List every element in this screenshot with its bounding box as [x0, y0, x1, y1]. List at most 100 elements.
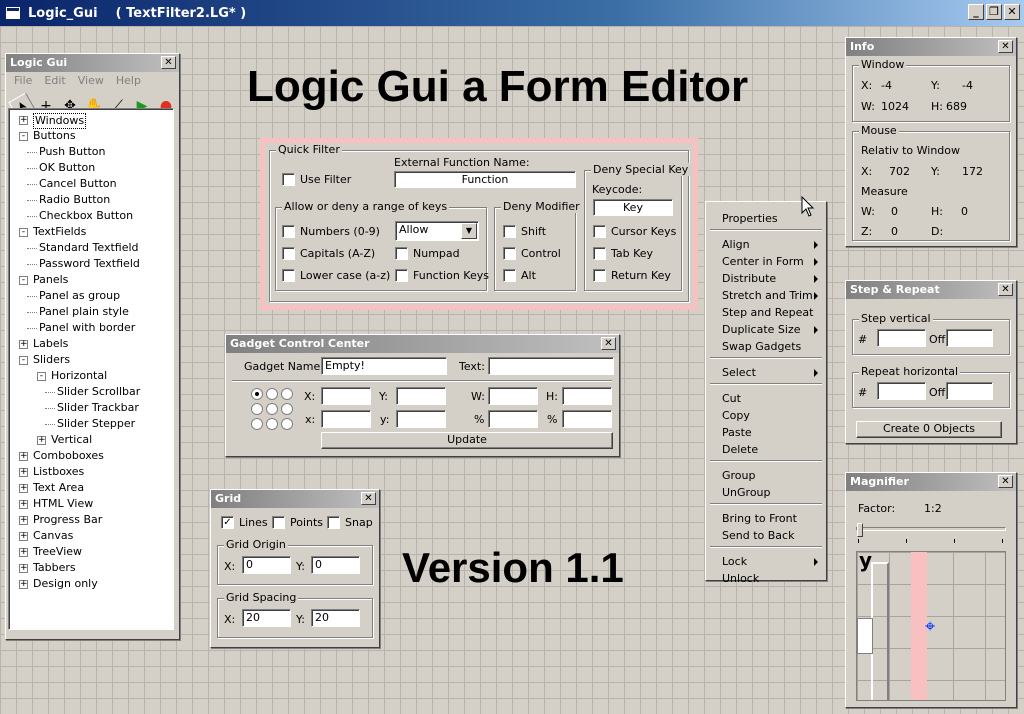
tree-item[interactable]: Panels	[33, 273, 68, 289]
collapse-icon[interactable]: -	[19, 276, 28, 285]
return-key-checkbox[interactable]: Return Key	[593, 269, 671, 282]
anchor-radio-ml[interactable]	[251, 403, 263, 415]
factor-slider[interactable]	[856, 523, 1006, 547]
expand-icon[interactable]: +	[19, 484, 28, 493]
close-icon[interactable]: ✕	[601, 337, 616, 350]
version-label[interactable]: Version 1.1	[402, 544, 624, 592]
expand-icon[interactable]: +	[19, 580, 28, 589]
anchor-radio-tl[interactable]	[251, 388, 263, 400]
tab-key-checkbox[interactable]: Tab Key	[593, 247, 653, 260]
tree-item[interactable]: Panel plain style	[39, 305, 129, 321]
close-button[interactable]: ✕	[1004, 4, 1020, 20]
tree-item[interactable]: TreeView	[33, 545, 82, 561]
slider-thumb[interactable]	[857, 523, 863, 537]
use-filter-checkbox[interactable]: Use Filter	[282, 173, 351, 186]
tree-item[interactable]: Canvas	[33, 529, 73, 545]
menu-item-ungroup[interactable]: UnGroup	[722, 486, 771, 499]
menu-item-paste[interactable]: Paste	[722, 426, 752, 439]
anchor-radio-bc[interactable]	[266, 418, 278, 430]
tree-item[interactable]: Vertical	[51, 433, 92, 449]
tree-item[interactable]: Password Textfield	[39, 257, 140, 273]
expand-icon[interactable]: +	[19, 532, 28, 541]
menu-view[interactable]: View	[78, 74, 104, 87]
tree-item[interactable]: Checkbox Button	[39, 209, 133, 225]
menu-item-step-and-repeat[interactable]: Step and Repeat	[722, 306, 813, 319]
expand-icon[interactable]: +	[19, 452, 28, 461]
menu-item-center-in-form[interactable]: Center in Form	[722, 255, 804, 268]
alt-checkbox[interactable]: Alt	[503, 269, 536, 282]
control-checkbox[interactable]: Control	[503, 247, 561, 260]
menu-item-cut[interactable]: Cut	[722, 392, 741, 405]
expand-icon[interactable]: +	[19, 548, 28, 557]
menu-item-lock[interactable]: Lock	[722, 555, 747, 568]
keycode-input[interactable]: Key	[593, 199, 673, 216]
magnifier-titlebar[interactable]: Magnifier ✕	[846, 473, 1016, 491]
points-checkbox[interactable]: Points	[272, 516, 323, 529]
expand-icon[interactable]: +	[19, 516, 28, 525]
grid-titlebar[interactable]: Grid ✕	[211, 490, 379, 508]
collapse-icon[interactable]: -	[37, 372, 46, 381]
tree-item[interactable]: Sliders	[33, 353, 70, 369]
numpad-checkbox[interactable]: Numpad	[395, 247, 460, 260]
tree-item[interactable]: Horizontal	[51, 369, 107, 385]
step-titlebar[interactable]: Step & Repeat ✕	[846, 281, 1016, 299]
menu-item-stretch-and-trim[interactable]: Stretch and Trim	[722, 289, 813, 302]
gadget-tree[interactable]: + Windows - Buttons Push Button OK Button Canc…	[8, 108, 174, 630]
update-button[interactable]: Update	[321, 432, 613, 449]
anchor-radio-mc[interactable]	[266, 403, 278, 415]
lines-checkbox[interactable]: ✓ Lines	[221, 516, 268, 529]
rel-x-input[interactable]	[321, 410, 371, 428]
menu-item-select[interactable]: Select	[722, 366, 756, 379]
menu-item-group[interactable]: Group	[722, 469, 756, 482]
ext-fn-input[interactable]: Function	[394, 171, 576, 188]
tree-item[interactable]: Tabbers	[33, 561, 76, 577]
anchor-radio-tr[interactable]	[281, 388, 293, 400]
tree-item[interactable]: Radio Button	[39, 193, 110, 209]
anchor-radio-mr[interactable]	[281, 403, 293, 415]
step-h-count-input[interactable]	[877, 382, 926, 400]
logicgui-titlebar[interactable]: Logic Gui ✕	[6, 54, 179, 72]
step-v-count-input[interactable]	[877, 329, 926, 347]
tree-item[interactable]: Comboboxes	[33, 449, 104, 465]
close-icon[interactable]: ✕	[998, 283, 1013, 296]
step-h-off-input[interactable]	[946, 382, 993, 400]
tree-item[interactable]: Windows	[33, 113, 87, 129]
tree-item[interactable]: Progress Bar	[33, 513, 102, 529]
lowercase-checkbox[interactable]: Lower case (a-z)	[282, 269, 390, 282]
collapse-icon[interactable]: -	[19, 132, 28, 141]
menu-item-duplicate-size[interactable]: Duplicate Size	[722, 323, 800, 336]
tree-item[interactable]: Slider Scrollbar	[57, 385, 140, 401]
tree-item[interactable]: Standard Textfield	[39, 241, 139, 257]
menu-help[interactable]: Help	[116, 74, 141, 87]
h-input[interactable]	[562, 387, 612, 405]
w-input[interactable]	[488, 387, 538, 405]
x-input[interactable]	[321, 387, 371, 405]
menu-item-unlock[interactable]: Unlock	[722, 572, 759, 585]
capitals-checkbox[interactable]: Capitals (A-Z)	[282, 247, 375, 260]
gadget-titlebar[interactable]: Gadget Control Center ✕	[226, 335, 619, 353]
menu-item-distribute[interactable]: Distribute	[722, 272, 776, 285]
close-icon[interactable]: ✕	[998, 475, 1013, 488]
menu-item-delete[interactable]: Delete	[722, 443, 758, 456]
menu-item-bring-to-front[interactable]: Bring to Front	[722, 512, 797, 525]
form-heading[interactable]: Logic Gui a Form Editor	[247, 62, 748, 112]
origin-y-input[interactable]: 0	[311, 556, 360, 574]
expand-icon[interactable]: +	[19, 564, 28, 573]
expand-icon[interactable]: +	[19, 340, 28, 349]
close-icon[interactable]: ✕	[998, 40, 1013, 53]
shift-checkbox[interactable]: Shift	[503, 225, 546, 238]
expand-icon[interactable]: +	[19, 116, 28, 125]
tree-item[interactable]: Panel with border	[39, 321, 135, 337]
snap-checkbox[interactable]: Snap	[327, 516, 373, 529]
origin-x-input[interactable]: 0	[242, 556, 291, 574]
tree-item[interactable]: TextFields	[33, 225, 86, 241]
menu-edit[interactable]: Edit	[44, 74, 65, 87]
anchor-radio-bl[interactable]	[251, 418, 263, 430]
numbers-checkbox[interactable]: Numbers (0-9)	[282, 225, 380, 238]
maximize-button[interactable]: ❐	[986, 4, 1002, 20]
minimize-button[interactable]: _	[968, 4, 984, 20]
rel-y-input[interactable]	[396, 410, 446, 428]
menu-item-properties[interactable]: Properties	[722, 212, 778, 225]
close-icon[interactable]: ✕	[161, 56, 176, 69]
tree-item[interactable]: Panel as group	[39, 289, 120, 305]
